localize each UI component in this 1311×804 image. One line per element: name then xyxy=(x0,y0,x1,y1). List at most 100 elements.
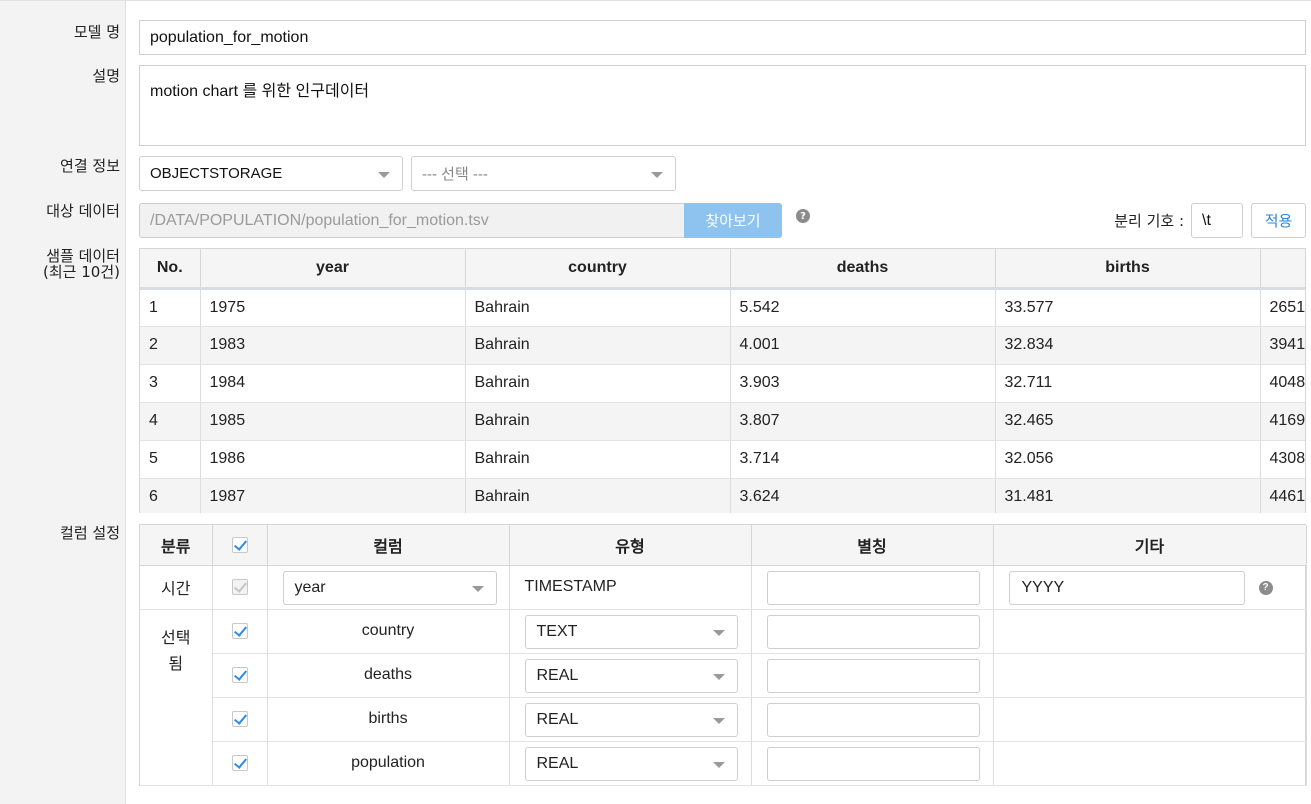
column-etc-cell xyxy=(993,697,1307,742)
help-icon[interactable]: ? xyxy=(796,209,810,223)
checkbox-cell xyxy=(212,697,268,742)
cell: 4169 xyxy=(1260,402,1305,441)
time-column-select[interactable]: year xyxy=(282,570,497,605)
column-settings-label: 컬럼 설정 xyxy=(60,524,120,542)
column-type-select[interactable]: REAL xyxy=(524,702,738,737)
column-alias-cell xyxy=(751,653,994,698)
time-format-input[interactable]: YYYY xyxy=(1008,570,1245,605)
column-type-value: TEXT xyxy=(536,622,578,640)
cell: 1984 xyxy=(200,364,466,403)
column-etc-cell xyxy=(993,609,1307,654)
column-etc-cell xyxy=(993,741,1307,786)
cell: 4.001 xyxy=(730,326,996,365)
cell: 3941 xyxy=(1260,326,1305,365)
column-type-select[interactable]: REAL xyxy=(524,746,738,781)
column-alias-input[interactable] xyxy=(766,658,980,693)
time-checkbox-cell xyxy=(212,565,268,610)
column-alias-input[interactable] xyxy=(766,614,980,649)
cell: 31.481 xyxy=(995,478,1261,513)
browse-button[interactable]: 찾아보기 xyxy=(684,203,782,238)
col-header-column: 컬럼 xyxy=(267,525,510,566)
help-icon[interactable]: ? xyxy=(1258,580,1273,595)
cell: Bahrain xyxy=(465,288,731,327)
cell: Bahrain xyxy=(465,402,731,441)
chevron-down-icon xyxy=(651,171,663,178)
chevron-down-icon xyxy=(712,629,725,636)
cell: 3.624 xyxy=(730,478,996,513)
column-etc-cell xyxy=(993,653,1307,698)
cell: 32.056 xyxy=(995,440,1261,479)
column-settings-table: 분류 컬럼 유형 별칭 기타 시간 year TIMESTAMP YYYY ? … xyxy=(139,524,1307,786)
label-column xyxy=(0,1,126,804)
time-alias-cell xyxy=(751,565,994,610)
column-alias-cell xyxy=(751,609,994,654)
connection-sub-select[interactable]: --- 선택 --- xyxy=(411,156,676,191)
column-alias-cell xyxy=(751,741,994,786)
sample-header-country: country xyxy=(465,249,731,290)
cell: 1985 xyxy=(200,402,466,441)
column-alias-input[interactable] xyxy=(766,746,980,781)
column-type-value: REAL xyxy=(536,710,579,728)
cell: 5 xyxy=(140,440,201,479)
column-type-cell: REAL xyxy=(509,697,752,742)
table-row: 2 1983 Bahrain 4.001 32.834 3941 xyxy=(140,326,1305,365)
column-type-cell: REAL xyxy=(509,653,752,698)
target-data-label: 대상 데이터 xyxy=(46,202,120,220)
cell: 3.903 xyxy=(730,364,996,403)
cell: 6 xyxy=(140,478,201,513)
column-alias-input[interactable] xyxy=(766,702,980,737)
checkbox-cell xyxy=(212,741,268,786)
cell: Bahrain xyxy=(465,440,731,479)
connection-sub-value: --- 선택 --- xyxy=(422,166,488,183)
cell: 1983 xyxy=(200,326,466,365)
apply-button[interactable]: 적용 xyxy=(1251,203,1306,238)
time-category-label: 시간 xyxy=(140,565,213,610)
separator-label: 분리 기호 : xyxy=(1114,212,1184,230)
chevron-down-icon xyxy=(712,673,725,680)
sample-header-no: No. xyxy=(140,249,201,290)
column-checkbox[interactable] xyxy=(231,754,248,771)
time-column-value: year xyxy=(294,578,326,596)
connection-label: 연결 정보 xyxy=(60,157,120,175)
selected-category-text: 선택 됨 xyxy=(161,629,191,673)
sample-data-label: 샘플 데이터 (최근 10건) xyxy=(0,248,120,280)
sample-data-label-line2: (최근 10건) xyxy=(43,263,120,281)
description-textarea[interactable]: motion chart 를 위한 인구데이터 xyxy=(139,65,1306,146)
checkbox-cell xyxy=(212,609,268,654)
column-type-cell: TEXT xyxy=(509,609,752,654)
target-path-input: /DATA/POPULATION/population_for_motion.t… xyxy=(139,203,685,238)
table-row: 6 1987 Bahrain 3.624 31.481 4461 xyxy=(140,478,1305,513)
col-header-check-all[interactable] xyxy=(212,525,268,566)
checkbox-cell xyxy=(212,653,268,698)
column-type-select[interactable]: TEXT xyxy=(524,614,738,649)
column-checkbox[interactable] xyxy=(231,622,248,639)
table-row: 1 1975 Bahrain 5.542 33.577 2651 xyxy=(140,288,1305,327)
cell: 32.465 xyxy=(995,402,1261,441)
time-alias-input[interactable] xyxy=(766,570,980,605)
time-etc-cell: YYYY ? xyxy=(993,565,1307,610)
column-row: 선택 됨 country TEXT xyxy=(140,609,1307,786)
cell: 32.834 xyxy=(995,326,1261,365)
separator-input[interactable]: \t xyxy=(1191,203,1243,238)
chevron-down-icon xyxy=(378,171,390,178)
select-all-checkbox[interactable] xyxy=(231,536,248,553)
table-row: 5 1986 Bahrain 3.714 32.056 4308 xyxy=(140,440,1305,479)
cell: 5.542 xyxy=(730,288,996,327)
column-type-select[interactable]: REAL xyxy=(524,658,738,693)
connection-type-select[interactable]: OBJECTSTORAGE xyxy=(139,156,403,191)
col-header-category: 분류 xyxy=(140,525,213,566)
column-name-cell: births xyxy=(267,697,510,742)
chevron-down-icon xyxy=(712,717,725,724)
sample-header-year: year xyxy=(200,249,466,290)
cell: 3 xyxy=(140,364,201,403)
sample-data-table: No. year country deaths births 1 1975 Ba… xyxy=(139,248,1306,513)
column-checkbox[interactable] xyxy=(231,666,248,683)
model-name-input[interactable]: population_for_motion xyxy=(139,20,1306,55)
sample-data-label-line1: 샘플 데이터 xyxy=(46,247,120,265)
model-edit-form: 모델 명 설명 연결 정보 대상 데이터 샘플 데이터 (최근 10건) 컬럼 … xyxy=(0,0,1311,804)
column-checkbox[interactable] xyxy=(231,710,248,727)
cell: Bahrain xyxy=(465,478,731,513)
column-row: population REAL xyxy=(140,741,1307,786)
sample-header-births: births xyxy=(995,249,1261,290)
column-name-cell: population xyxy=(267,741,510,786)
